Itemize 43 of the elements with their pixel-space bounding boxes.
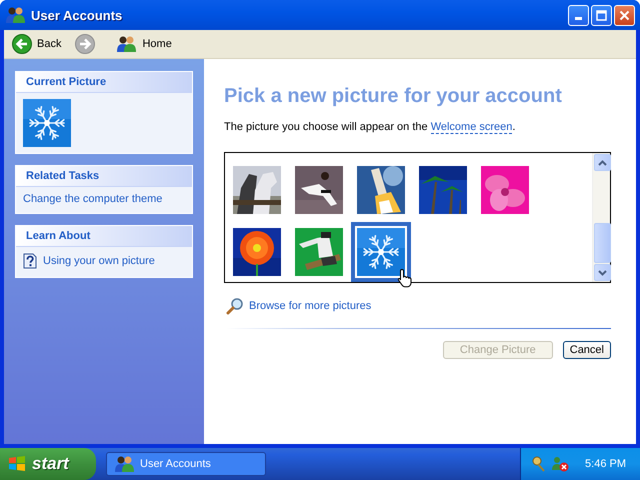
minimize-icon — [575, 17, 582, 20]
back-icon — [12, 34, 32, 54]
scrollbar[interactable] — [592, 153, 610, 282]
page-heading: Pick a new picture for your account — [224, 85, 563, 108]
minimize-button[interactable] — [568, 4, 589, 26]
picture-tile[interactable] — [233, 166, 281, 214]
start-button[interactable]: start — [0, 448, 96, 480]
panel-title: Related Tasks — [16, 166, 192, 187]
picture-tile[interactable] — [419, 166, 467, 214]
cancel-button[interactable]: Cancel — [562, 341, 611, 359]
home-button[interactable]: Home — [115, 32, 174, 56]
scroll-thumb[interactable] — [594, 223, 611, 263]
picture-tile[interactable] — [481, 166, 529, 214]
task-icon — [115, 455, 135, 473]
window-title: User Accounts — [31, 8, 124, 22]
close-button[interactable] — [614, 4, 635, 26]
help-link[interactable]: Using your own picture — [23, 251, 184, 271]
help-icon — [23, 253, 37, 269]
panel-title: Current Picture — [16, 72, 192, 93]
windows-logo-icon — [8, 456, 26, 472]
scroll-down-icon[interactable] — [594, 264, 611, 281]
search-icon — [226, 297, 244, 315]
welcome-screen-link[interactable]: Welcome screen — [430, 121, 512, 134]
close-icon — [619, 10, 630, 20]
description-text: The picture you choose will appear on the Welcome screen. — [224, 121, 516, 133]
panel-title: Learn About — [16, 226, 192, 247]
home-icon — [117, 35, 138, 53]
picture-tile[interactable] — [233, 228, 281, 276]
maximize-button[interactable] — [591, 4, 612, 26]
browse-link[interactable]: Browse for more pictures — [226, 297, 611, 315]
maximize-icon — [596, 10, 607, 20]
window-icon — [6, 6, 26, 24]
keys-icon[interactable] — [531, 456, 548, 472]
network-error-icon[interactable] — [551, 456, 570, 472]
picture-tile[interactable] — [357, 166, 405, 214]
scroll-up-icon[interactable] — [594, 154, 611, 171]
back-button[interactable]: Back — [10, 32, 64, 56]
task-link[interactable]: Change the computer theme — [23, 191, 184, 207]
clock: 5:46 PM — [585, 458, 626, 470]
picture-tile[interactable] — [295, 166, 343, 214]
picture-tile[interactable] — [295, 228, 343, 276]
taskbar-button[interactable]: User Accounts — [106, 452, 266, 476]
forward-icon — [75, 34, 96, 54]
